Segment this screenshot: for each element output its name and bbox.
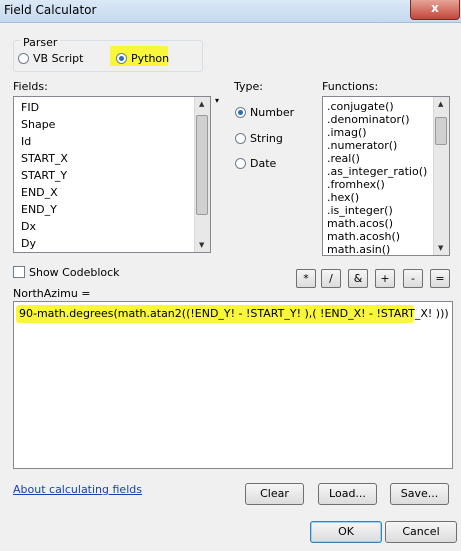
type-option-date[interactable]: Date: [235, 157, 276, 170]
fields-sort-icon[interactable]: ▾: [215, 96, 219, 105]
scroll-up-icon[interactable]: ▲: [438, 100, 443, 108]
functions-listbox[interactable]: .conjugate() .denominator() .imag() .num…: [322, 96, 450, 256]
functions-scroll-thumb[interactable]: [435, 117, 447, 145]
expression-text[interactable]: 90-math.degrees(math.atan2((!END_Y! - !S…: [19, 307, 449, 320]
functions-label: Functions:: [322, 80, 379, 93]
function-item[interactable]: .numerator(): [327, 139, 397, 152]
operator-equals-button[interactable]: =: [430, 269, 450, 288]
title-bar: Field Calculator x: [0, 0, 461, 23]
field-item-end-y[interactable]: END_Y: [21, 203, 57, 216]
function-item[interactable]: .conjugate(): [327, 100, 394, 113]
field-item-dx[interactable]: Dx: [21, 220, 36, 233]
type-option-string[interactable]: String: [235, 132, 283, 145]
string-label: String: [250, 132, 283, 145]
function-item[interactable]: .hex(): [327, 191, 359, 204]
python-label: Python: [131, 52, 170, 65]
fields-listbox[interactable]: FID Shape Id START_X START_Y END_X END_Y…: [13, 96, 211, 253]
expression-textarea[interactable]: 90-math.degrees(math.atan2((!END_Y! - !S…: [13, 301, 453, 469]
window-title: Field Calculator: [4, 3, 97, 17]
show-codeblock-checkbox[interactable]: [13, 266, 25, 278]
ok-button[interactable]: OK: [310, 521, 382, 543]
function-item[interactable]: .denominator(): [327, 113, 410, 126]
load-button[interactable]: Load...: [318, 483, 377, 505]
vbscript-label: VB Script: [33, 52, 84, 65]
number-radio[interactable]: [235, 107, 246, 118]
parser-label: Parser: [20, 36, 61, 49]
scroll-down-icon[interactable]: ▼: [199, 241, 204, 249]
fields-scrollbar[interactable]: ▲ ▼: [194, 97, 210, 252]
date-radio[interactable]: [235, 158, 246, 169]
fields-label: Fields:: [13, 80, 48, 93]
scroll-up-icon[interactable]: ▲: [199, 100, 204, 108]
type-label: Type:: [234, 80, 263, 93]
field-item-fid[interactable]: FID: [21, 101, 39, 114]
function-item[interactable]: .is_integer(): [327, 204, 393, 217]
parser-option-python[interactable]: Python: [116, 52, 169, 65]
field-item-end-x[interactable]: END_X: [21, 186, 58, 199]
functions-scrollbar[interactable]: ▲ ▼: [433, 97, 449, 255]
number-label: Number: [250, 106, 295, 119]
function-item[interactable]: math.acosh(): [327, 230, 400, 243]
function-item[interactable]: .as_integer_ratio(): [327, 165, 427, 178]
field-item-start-y[interactable]: START_Y: [21, 169, 67, 182]
function-item[interactable]: .real(): [327, 152, 360, 165]
cancel-button[interactable]: Cancel: [385, 521, 457, 543]
close-icon: x: [431, 1, 439, 15]
type-option-number[interactable]: Number: [235, 106, 294, 119]
vbscript-radio[interactable]: [18, 53, 29, 64]
function-item[interactable]: math.acos(): [327, 217, 393, 230]
operator-minus-button[interactable]: -: [403, 269, 423, 288]
show-codeblock-label: Show Codeblock: [29, 266, 120, 279]
function-item[interactable]: .fromhex(): [327, 178, 385, 191]
fields-scroll-thumb[interactable]: [196, 115, 208, 215]
field-item-dy[interactable]: Dy: [21, 237, 36, 250]
field-item-id[interactable]: Id: [21, 135, 31, 148]
python-radio[interactable]: [116, 53, 127, 64]
parser-option-vbscript[interactable]: VB Script: [18, 52, 83, 65]
operator-plus-button[interactable]: +: [375, 269, 395, 288]
operator-ampersand-button[interactable]: &: [348, 269, 368, 288]
expression-label: NorthAzimu =: [13, 287, 91, 300]
save-button[interactable]: Save...: [390, 483, 449, 505]
clear-button[interactable]: Clear: [245, 483, 304, 505]
close-button[interactable]: x: [410, 0, 460, 20]
field-item-shape[interactable]: Shape: [21, 118, 55, 131]
function-item[interactable]: .imag(): [327, 126, 367, 139]
scroll-down-icon[interactable]: ▼: [438, 244, 443, 252]
operator-multiply-button[interactable]: *: [296, 269, 316, 288]
about-calculating-fields-link[interactable]: About calculating fields: [13, 483, 142, 496]
field-item-start-x[interactable]: START_X: [21, 152, 68, 165]
string-radio[interactable]: [235, 133, 246, 144]
date-label: Date: [250, 157, 277, 170]
function-item[interactable]: math.asin(): [327, 243, 390, 255]
operator-divide-button[interactable]: /: [321, 269, 341, 288]
